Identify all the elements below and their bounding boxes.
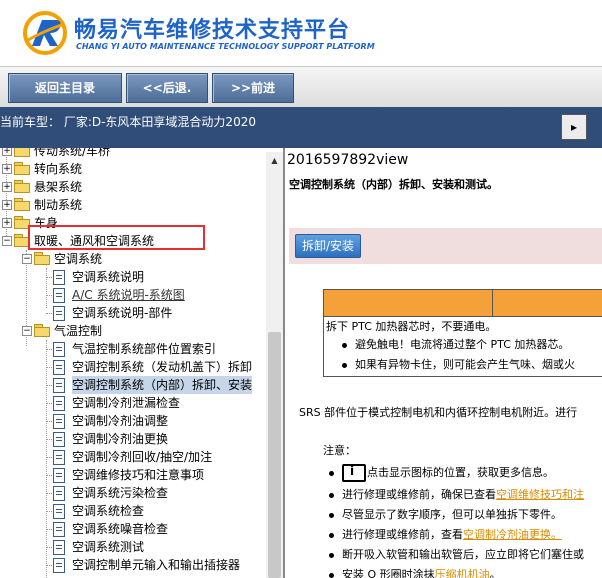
tree-item-transmission[interactable]: + 传动系统/车桥 [0, 148, 270, 160]
note-item: 点击显示图标的位置，获取更多信息。 [329, 464, 554, 482]
document-icon [53, 414, 65, 429]
catalog-tree: + 传动系统/车桥 + 转向系统 + 悬架系统 + 制动系统 + 车身 − 取暖… [0, 148, 283, 578]
tree-item-doc[interactable]: 空调系统污染检查 [0, 484, 270, 502]
note-label: 注意： [323, 444, 356, 457]
document-icon [53, 396, 65, 411]
warning-table-header [324, 290, 602, 317]
model-bar: 当前车型： 厂家:D-东风本田享域混合动力2020 ▸ [0, 107, 602, 148]
expand-icon[interactable]: + [2, 164, 12, 174]
forward-button[interactable]: >>前进 [212, 73, 294, 103]
ac-tips-link[interactable]: 空调维修技巧和注 [496, 488, 584, 501]
note-item: 断开吸入软管和输出软管后，应立即将它们塞住或 [329, 546, 584, 562]
tree-item-doc-selected[interactable]: 空调控制系统（内部）拆卸、安装 [0, 376, 270, 394]
tree-item-brakes[interactable]: + 制动系统 [0, 196, 270, 214]
document-icon [53, 306, 65, 321]
folder-icon [14, 198, 30, 211]
folder-open-icon [34, 324, 50, 337]
document-icon [53, 558, 65, 573]
tree-item-doc[interactable]: 空调制冷剂油调整 [0, 412, 270, 430]
note-item: 安装 O 形圈时涂抹压缩机机油。 [329, 566, 501, 578]
tree-item-ac-system[interactable]: − 空调系统 [0, 250, 270, 268]
app-title: 畅易汽车维修技术支持平台 [74, 18, 351, 43]
home-button[interactable]: 返回主目录 [8, 73, 122, 103]
tree-item-doc[interactable]: 空调制冷剂回收/抽空/加注 [0, 448, 270, 466]
app-header: 畅易汽车维修技术支持平台 CHANG YI AUTO MAINTENANCE T… [0, 0, 602, 66]
document-icon [53, 504, 65, 519]
scroll-up-arrow-icon[interactable]: ▲ [266, 152, 283, 169]
tree-item-doc[interactable]: 空调系统测试 [0, 538, 270, 556]
note-item: 进行修理或维修前，确保已查看空调维修技巧和注 [329, 486, 584, 502]
srs-notice: SRS 部件位于模式控制电机和内循环控制电机附近。进行 [299, 406, 578, 419]
compressor-oil-link[interactable]: 压缩机机油 [435, 568, 490, 578]
warning-bullet: 如果有异物卡住，则可能会产生气味、烟或火 [342, 356, 575, 372]
folder-icon [14, 162, 30, 175]
collapse-icon[interactable]: − [22, 254, 32, 264]
refrigerant-oil-link[interactable]: 空调制冷剂油更换。 [463, 528, 562, 541]
document-icon [53, 270, 65, 285]
warning-table: 拆下 PTC 加热器芯时，不要通电。 避免触电！电流将通过整个 PTC 加热器芯… [323, 289, 602, 377]
document-icon [53, 486, 65, 501]
document-icon [53, 540, 65, 555]
folder-icon [14, 180, 30, 193]
tree-item-doc[interactable]: 空调系统检查 [0, 502, 270, 520]
removal-installation-button[interactable]: 拆卸/安装 [295, 234, 362, 258]
expand-panel-button[interactable]: ▸ [561, 114, 587, 140]
document-icon [53, 378, 65, 393]
collapse-icon[interactable]: − [22, 326, 32, 336]
nav-toolbar: 返回主目录 <<后退. >>前进 [0, 66, 602, 108]
logo-icon [23, 11, 67, 55]
document-id: 2016597892view [287, 152, 409, 168]
expand-icon[interactable]: + [2, 182, 12, 192]
document-icon [53, 450, 65, 465]
tree-item-doc[interactable]: 空调系统说明 [0, 268, 270, 286]
tree-item-steering[interactable]: + 转向系统 [0, 160, 270, 178]
tree-item-doc[interactable]: 空调控制单元输入和输出插接器 [0, 556, 270, 574]
warning-bullet: 避免触电！电流将通过整个 PTC 加热器芯。 [342, 336, 569, 352]
document-icon [53, 360, 65, 375]
tree-item-suspension[interactable]: + 悬架系统 [0, 178, 270, 196]
document-title: 空调控制系统（内部）拆卸、安装和测试。 [289, 178, 498, 191]
section-bar: 拆卸/安装 [289, 228, 602, 264]
tree-item-doc[interactable]: 空调系统说明-部件 [0, 304, 270, 322]
collapse-icon[interactable]: − [2, 236, 12, 246]
current-model-label: 当前车型： 厂家:D-东风本田享域混合动力2020 [0, 115, 256, 129]
folder-open-icon [34, 252, 50, 265]
back-button[interactable]: <<后退. [126, 73, 208, 103]
tree-scrollbar[interactable]: ▲ [266, 152, 283, 578]
tree-item-doc[interactable]: 空调系统噪音检查 [0, 520, 270, 538]
document-icon [53, 522, 65, 537]
tree-item-climate-control[interactable]: − 气温控制 [0, 322, 270, 340]
document-icon [53, 432, 65, 447]
folder-icon [14, 216, 30, 229]
document-icon [53, 288, 65, 303]
expand-icon[interactable]: + [2, 200, 12, 210]
highlight-annotation [28, 225, 205, 250]
folder-open-icon [14, 234, 30, 247]
document-content: 2016597892view 空调控制系统（内部）拆卸、安装和测试。 拆卸/安装… [285, 148, 602, 578]
document-icon [53, 468, 65, 483]
tree-item-doc[interactable]: 空调制冷剂油更换 [0, 430, 270, 448]
expand-icon[interactable]: + [2, 148, 12, 156]
tree-item-doc[interactable]: 空调控制系统（发动机盖下）拆卸 [0, 358, 270, 376]
warning-text: 拆下 PTC 加热器芯时，不要通电。 [326, 320, 497, 333]
tree-item-doc[interactable]: 空调制冷剂泄漏检查 [0, 394, 270, 412]
tree-item-doc[interactable]: 气温控制系统部件位置索引 [0, 340, 270, 358]
scroll-thumb[interactable] [268, 332, 281, 578]
note-item: 尽管显示了数字顺序，但可以单独拆下零件。 [329, 506, 562, 522]
info-book-icon [342, 464, 366, 482]
document-icon [53, 342, 65, 357]
expand-icon[interactable]: + [2, 218, 12, 228]
app-subtitle: CHANG YI AUTO MAINTENANCE TECHNOLOGY SUP… [76, 42, 375, 51]
note-item: 进行修理或维修前，查看空调制冷剂油更换。 [329, 526, 562, 542]
tree-item-doc[interactable]: 空调维修技巧和注意事项 [0, 466, 270, 484]
tree-item-doc[interactable]: A/C 系统说明-系统图 [0, 286, 270, 304]
folder-icon [14, 148, 30, 157]
